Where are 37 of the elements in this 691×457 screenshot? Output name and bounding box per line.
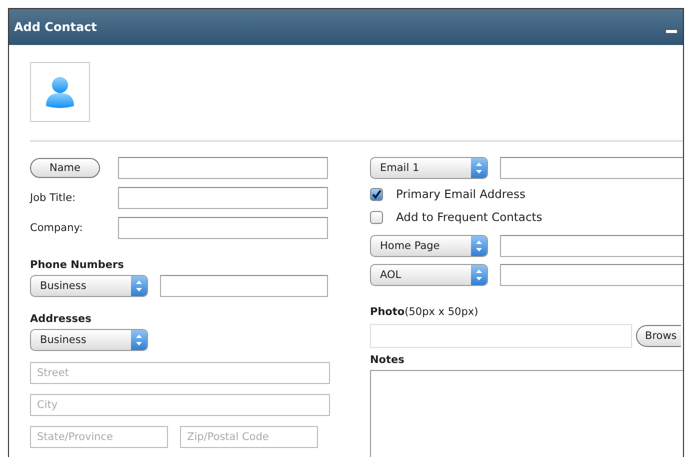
checkbox-label: Add to Frequent Contacts — [396, 210, 542, 224]
person-icon — [45, 76, 75, 108]
address-field[interactable]: Zip/Postal Code — [180, 426, 318, 448]
dropdown[interactable]: Business — [30, 275, 148, 297]
stepper-arrows-icon — [131, 330, 147, 350]
section-heading: Phone Numbers — [30, 259, 124, 271]
field-label: Company: — [30, 222, 84, 234]
input-field[interactable] — [118, 187, 328, 209]
input-field[interactable] — [118, 217, 328, 239]
name-field[interactable] — [118, 157, 328, 179]
dropdown[interactable]: Email 1 — [370, 157, 488, 179]
stepper-arrows-icon — [131, 276, 147, 296]
name-button[interactable]: Name — [30, 158, 100, 178]
checkbox[interactable] — [370, 210, 383, 224]
checkbox-label: Primary Email Address — [396, 187, 526, 201]
window-title: Add Contact — [14, 20, 97, 34]
section-heading: Notes — [370, 354, 404, 366]
section-heading: Addresses — [30, 313, 92, 325]
stepper-arrows-icon — [471, 265, 487, 285]
dropdown[interactable]: AOL — [370, 264, 488, 286]
dropdown[interactable]: Business — [30, 329, 148, 351]
minimize-icon[interactable] — [666, 30, 677, 34]
photo-label: Photo(50px x 50px) — [370, 306, 478, 318]
phone-field[interactable] — [160, 275, 328, 297]
address-field[interactable]: State/Province — [30, 426, 168, 448]
email-field[interactable] — [500, 157, 683, 179]
stepper-arrows-icon — [471, 158, 487, 178]
input-field[interactable] — [500, 264, 683, 286]
stepper-arrows-icon — [471, 236, 487, 256]
address-field[interactable]: City — [30, 394, 330, 416]
address-field[interactable]: Street — [30, 362, 330, 384]
browse-button[interactable]: Brows — [636, 325, 681, 347]
file-field[interactable] — [370, 324, 632, 348]
field-label: Job Title: — [30, 192, 77, 204]
checkbox[interactable] — [370, 188, 383, 200]
input-field[interactable] — [500, 235, 683, 257]
dropdown[interactable]: Home Page — [370, 235, 488, 257]
